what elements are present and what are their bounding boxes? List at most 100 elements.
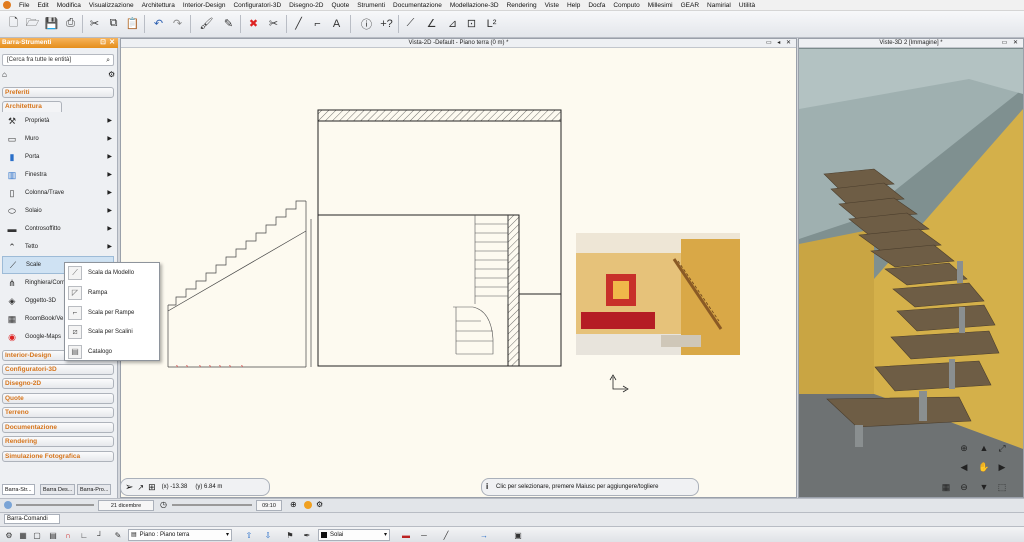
date-slider[interactable] <box>16 504 94 506</box>
menu-architettura[interactable]: Architettura <box>138 2 179 9</box>
measure-icon[interactable]: ⟋ <box>402 15 419 32</box>
ortho-icon[interactable]: ┘ <box>94 529 106 541</box>
delete-icon[interactable]: ✖ <box>245 15 262 32</box>
open-folder-icon[interactable]: 🗁 <box>24 15 41 32</box>
menu-scala-per-rampe[interactable]: ⌐ Scala per Rampe <box>65 303 159 322</box>
snap-icon[interactable]: ↗ <box>137 483 144 492</box>
menu-catalogo[interactable]: ▤ Catalogo <box>65 342 159 361</box>
command-bar-label[interactable]: Barra-Comandi <box>4 514 60 524</box>
render-3d-scene[interactable] <box>799 49 1023 497</box>
menu-configuratori-3d[interactable]: Configuratori-3D <box>229 2 285 9</box>
tool-solaio[interactable]: ⬭ Solaio ▶ <box>2 202 114 220</box>
app-logo-icon[interactable] <box>3 1 11 9</box>
scissors-icon[interactable]: ✂ <box>265 15 282 32</box>
zoom-out-icon[interactable]: ⊖ <box>957 480 971 494</box>
menu-disegno-2d[interactable]: Disegno-2D <box>285 2 327 9</box>
menu-rendering[interactable]: Rendering <box>503 2 541 9</box>
fill-icon[interactable]: ▣ <box>512 529 524 541</box>
floorplan-drawing[interactable]: sssssss <box>121 49 796 497</box>
menu-documentazione[interactable]: Documentazione <box>389 2 446 9</box>
tool-proprieta[interactable]: ⚒ Proprietà ▶ <box>2 112 114 130</box>
layer-selector[interactable]: Solai ▾ <box>318 529 390 541</box>
menu-modellazione-3d[interactable]: Modellazione-3D <box>446 2 503 9</box>
pan-hand-icon[interactable]: ✋ <box>977 460 991 474</box>
date-field[interactable]: 21 dicembre <box>98 500 154 511</box>
menu-gear[interactable]: GEAR <box>677 2 703 9</box>
interior-photo[interactable] <box>576 233 740 355</box>
zoom-extents-icon[interactable]: ⤢ <box>995 441 1009 455</box>
tool-finestra[interactable]: ▥ Finestra ▶ <box>2 166 114 184</box>
paint-icon[interactable]: ⚑ <box>284 529 296 541</box>
tab-barra-strumenti[interactable]: Barra-Str... <box>2 484 35 495</box>
grid-icon[interactable]: ▦ <box>17 529 29 541</box>
home-icon[interactable]: ⌂ <box>2 70 7 79</box>
window-controls[interactable]: ▭ ◂ ✕ <box>766 39 793 48</box>
dimension-icon[interactable]: L² <box>483 15 500 32</box>
category-simulazione-fotografica[interactable]: Simulazione Fotografica <box>2 451 114 462</box>
line-tool-icon[interactable]: ╱ <box>290 15 307 32</box>
copy-icon[interactable]: ⧉ <box>105 15 122 32</box>
menu-utilita[interactable]: Utilità <box>735 2 759 9</box>
info-icon[interactable]: ⓘ <box>358 15 375 32</box>
line-weight-icon[interactable]: ╱ <box>440 529 452 541</box>
category-configuratori-3d[interactable]: Configuratori-3D <box>2 364 114 375</box>
tool-tetto[interactable]: ⌃ Tetto ▶ <box>2 238 114 256</box>
settings-icon[interactable]: ⚙ <box>316 500 323 509</box>
sun-icon[interactable] <box>4 501 12 509</box>
sunlight-icon[interactable] <box>304 501 312 509</box>
category-rendering[interactable]: Rendering <box>2 436 114 447</box>
entity-search-input[interactable]: [Cerca fra tutte le entità] ⌕ <box>2 54 114 66</box>
coordinate-icon[interactable]: ⊞ <box>148 482 156 493</box>
floor-down-icon[interactable]: ⇩ <box>262 529 274 541</box>
tool-porta[interactable]: ▮ Porta ▶ <box>2 148 114 166</box>
angle-lock-icon[interactable]: ∟ <box>78 529 90 541</box>
view-2d-panel[interactable]: Vista-2D -Default - Piano terra (0 m) * … <box>120 38 797 498</box>
category-preferiti[interactable]: Preferiti <box>2 87 114 98</box>
tool-colonna-trave[interactable]: ▯ Colonna/Trave ▶ <box>2 184 114 202</box>
eyedropper-icon[interactable]: ✎ <box>220 15 237 32</box>
offset-tool-icon[interactable]: ⌐ <box>309 15 326 32</box>
category-architettura[interactable]: Architettura <box>2 101 62 112</box>
floor-up-icon[interactable]: ⇧ <box>243 529 255 541</box>
menu-modifica[interactable]: Modifica <box>53 2 85 9</box>
angle-icon[interactable]: ∠ <box>423 15 440 32</box>
volume-icon[interactable]: ⊡ <box>463 15 480 32</box>
pin-icon[interactable]: ⊡ <box>100 38 106 48</box>
view-options-icon[interactable]: ▦ <box>939 480 953 494</box>
menu-millesimi[interactable]: Millesimi <box>644 2 677 9</box>
line-style-icon[interactable]: ▬ <box>400 529 412 541</box>
globe-icon[interactable]: ⊕ <box>290 500 297 509</box>
window-controls[interactable]: ▭ ✕ <box>1002 39 1020 48</box>
gear-icon[interactable]: ⚙ <box>108 70 115 79</box>
tool-controsoffitto[interactable]: ▬ Controsoffitto ▶ <box>2 220 114 238</box>
zoom-in-icon[interactable]: ⊕ <box>957 441 971 455</box>
category-disegno-2d[interactable]: Disegno-2D <box>2 378 114 389</box>
layer-icon[interactable]: ▤ <box>47 529 59 541</box>
menu-rampa[interactable]: ◸ Rampa <box>65 283 159 302</box>
save-icon[interactable]: 💾 <box>43 15 60 32</box>
arrow-left-icon[interactable]: ◀ <box>957 460 971 474</box>
floor-selector[interactable]: ▤ Piano : Piano terra ▾ <box>128 529 232 541</box>
menu-viste[interactable]: Viste <box>541 2 563 9</box>
menu-scala-per-scalini[interactable]: ⧄ Scala per Scalini <box>65 322 159 341</box>
arrow-right-icon[interactable]: ▶ <box>995 460 1009 474</box>
paste-icon[interactable]: 📋 <box>124 15 141 32</box>
tab-barra-design[interactable]: Barra Des... <box>40 484 76 495</box>
time-field[interactable]: 09:10 <box>256 500 282 511</box>
arrow-down-icon[interactable]: ▼ <box>977 480 991 494</box>
new-file-icon[interactable]: 🗋 <box>5 15 22 32</box>
pen-icon[interactable]: ✒ <box>301 529 313 541</box>
menu-interior-design[interactable]: Interior-Design <box>179 2 230 9</box>
time-slider[interactable] <box>172 504 252 506</box>
undo-icon[interactable]: ↶ <box>150 15 167 32</box>
tab-barra-progetto[interactable]: Barra-Pro... <box>77 484 112 495</box>
frame-icon[interactable]: ⬚ <box>995 480 1009 494</box>
layout-icon[interactable]: ▢ <box>31 529 43 541</box>
menu-visualizzazione[interactable]: Visualizzazione <box>85 2 138 9</box>
arrow-style-icon[interactable]: → <box>478 529 490 541</box>
text-tool-icon[interactable]: A <box>328 15 345 32</box>
view-3d-panel[interactable]: Viste-3D 2 [Immagine] * ▭ ✕ ⊕ ▲ ⤢ ◀ ✋ ▶ … <box>798 38 1024 498</box>
menu-strumenti[interactable]: Strumenti <box>353 2 389 9</box>
arrow-up-icon[interactable]: ▲ <box>977 441 991 455</box>
add-point-icon[interactable]: +? <box>378 15 395 32</box>
